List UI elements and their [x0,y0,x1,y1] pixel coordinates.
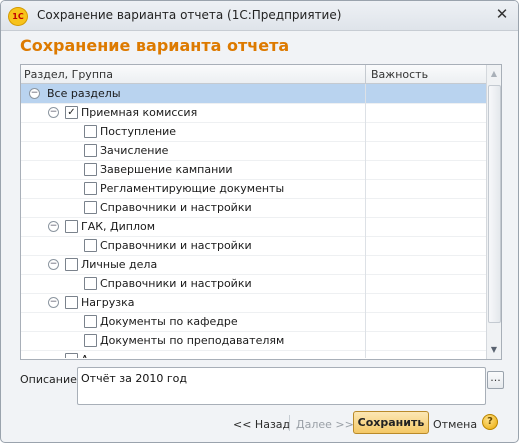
description-label: Описание: [20,373,81,386]
sections-tree-table[interactable]: Раздел, Группа Важность − Все разделы − ✓ Пр… [20,64,502,360]
tree-row-label: Зачисление [100,144,169,157]
tree-row[interactable]: Зачисление [21,141,486,161]
collapse-toggle-icon[interactable]: − [48,221,59,232]
column-divider [365,198,366,217]
tree-row[interactable]: Поступление [21,122,486,142]
tree-row-label: Справочники и настройки [100,239,252,252]
scroll-up-icon[interactable]: ▲ [487,66,501,82]
form-title: Сохранение варианта отчета [20,36,290,55]
help-icon[interactable]: ? [482,414,498,430]
collapse-toggle-icon[interactable]: − [48,297,59,308]
section-checkbox[interactable] [84,163,97,176]
tree-row-label: Документы по кафедре [100,315,238,328]
tree-row-label: Поступление [100,125,177,138]
column-divider [365,141,366,160]
section-checkbox[interactable] [84,182,97,195]
save-button[interactable]: Сохранить [353,411,429,434]
section-checkbox[interactable] [84,125,97,138]
section-checkbox[interactable] [84,334,97,347]
section-checkbox[interactable] [84,201,97,214]
tree-row-label: Все разделы [47,87,121,100]
tree-row-label: А [81,353,89,358]
back-button[interactable]: << Назад [233,418,290,431]
section-checkbox[interactable] [65,258,78,271]
tree-row[interactable]: Справочники и настройки [21,198,486,218]
column-divider [365,236,366,255]
button-divider [289,415,290,431]
tree-row-label: Справочники и настройки [100,201,252,214]
close-icon[interactable]: ✕ [495,6,509,22]
column-divider [365,103,366,122]
table-header: Раздел, Группа Важность [21,65,486,84]
tree-row-label: Документы по преподавателям [100,334,285,347]
choose-button[interactable]: ... [487,371,504,389]
scroll-down-icon[interactable]: ▼ [487,342,501,358]
tree-row[interactable]: Завершение кампании [21,160,486,180]
column-divider [365,160,366,179]
column-divider [365,122,366,141]
collapse-toggle-icon[interactable]: − [29,88,40,99]
section-checkbox[interactable] [65,353,78,358]
tree-row-label: Нагрузка [81,296,135,309]
tree-row-label: Личные дела [81,258,158,271]
tree-row[interactable]: − Все разделы [21,84,486,104]
tree-row[interactable]: − Личные дела [21,255,486,275]
cancel-button[interactable]: Отмена [433,418,477,431]
column-header-section[interactable]: Раздел, Группа [24,68,113,81]
column-divider [365,331,366,350]
title-bar[interactable]: 1C Сохранение варианта отчета (1С:Предпр… [1,1,518,31]
section-checkbox[interactable]: ✓ [65,106,78,119]
column-divider [365,84,366,103]
description-field[interactable]: Отчёт за 2010 год [77,367,486,405]
tree-row[interactable]: Регламентирующие документы [21,179,486,199]
section-checkbox[interactable] [65,220,78,233]
column-divider [365,179,366,198]
description-value[interactable]: Отчёт за 2010 год [81,372,187,385]
tree-row[interactable]: − ГАК, Диплом [21,217,486,237]
vertical-scrollbar[interactable]: ▲ ▼ [486,65,501,359]
column-divider [365,350,366,358]
column-divider [365,274,366,293]
column-divider [365,293,366,312]
column-divider [365,217,366,236]
tree-row[interactable]: − Нагрузка [21,293,486,313]
section-checkbox[interactable] [84,277,97,290]
tree-row[interactable]: А [21,350,486,358]
tree-row-label: ГАК, Диплом [81,220,156,233]
tree-row[interactable]: Справочники и настройки [21,236,486,256]
section-checkbox[interactable] [84,239,97,252]
section-checkbox[interactable] [65,296,78,309]
column-divider [365,312,366,331]
tree-row-label: Справочники и настройки [100,277,252,290]
tree-row-label: Регламентирующие документы [100,182,285,195]
tree-row-label: Приемная комиссия [81,106,198,119]
collapse-toggle-icon[interactable]: − [48,107,59,118]
dialog-window: 1C Сохранение варианта отчета (1С:Предпр… [0,0,519,443]
column-divider [365,255,366,274]
next-button[interactable]: Далее >> [296,418,354,431]
tree-row[interactable]: Документы по кафедре [21,312,486,332]
app-1c-icon: 1C [8,7,28,26]
column-divider [365,65,366,83]
tree-row[interactable]: − ✓ Приемная комиссия [21,103,486,123]
window-title: Сохранение варианта отчета (1С:Предприят… [37,8,342,22]
tree-row-label: Завершение кампании [100,163,233,176]
collapse-toggle-icon[interactable]: − [48,259,59,270]
tree-row[interactable]: Справочники и настройки [21,274,486,294]
tree-row[interactable]: Документы по преподавателям [21,331,486,351]
section-checkbox[interactable] [84,315,97,328]
section-checkbox[interactable] [84,144,97,157]
column-header-importance[interactable]: Важность [371,68,428,81]
scroll-thumb[interactable] [488,85,501,323]
table-body: − Все разделы − ✓ Приемная комиссия Поступлен… [21,84,486,358]
